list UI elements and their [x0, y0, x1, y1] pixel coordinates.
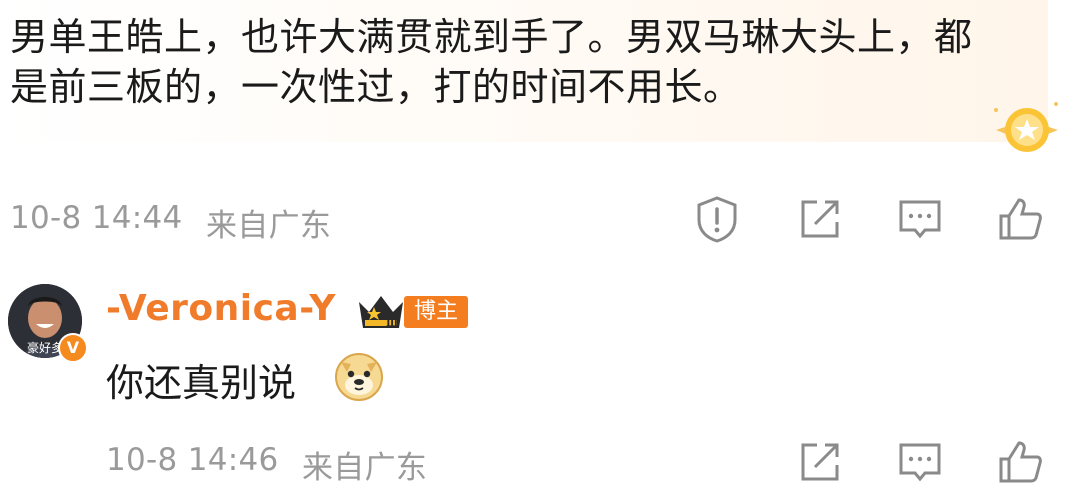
- like-icon[interactable]: [995, 437, 1045, 487]
- comment-timestamp: 10-8 14:44: [10, 200, 183, 236]
- author-badge: 博主: [404, 296, 469, 328]
- like-icon[interactable]: [995, 194, 1045, 244]
- comment-location: 来自广东: [206, 208, 332, 244]
- comment-icon[interactable]: [895, 194, 945, 244]
- doge-emoji-icon: [333, 350, 385, 402]
- share-icon[interactable]: [795, 437, 845, 487]
- comment-icon[interactable]: [895, 437, 945, 487]
- crown-level-icon: Ⅲ: [356, 290, 406, 332]
- svg-text:Ⅲ: Ⅲ: [386, 318, 398, 329]
- report-icon[interactable]: [692, 194, 742, 244]
- reply-username[interactable]: -Veronica-Y: [106, 288, 336, 329]
- verified-v-icon: V: [58, 333, 88, 363]
- reply-location: 来自广东: [302, 450, 428, 486]
- comment-text: 男单王皓上，也许大满贯就到手了。男双马琳大头上，都是前三板的，一次性过，打的时间…: [10, 15, 973, 109]
- share-icon[interactable]: [795, 194, 845, 244]
- reply-timestamp: 10-8 14:46: [106, 442, 279, 478]
- reply-text: 你还真别说: [106, 361, 297, 405]
- fan-badge-icon: [988, 96, 1066, 160]
